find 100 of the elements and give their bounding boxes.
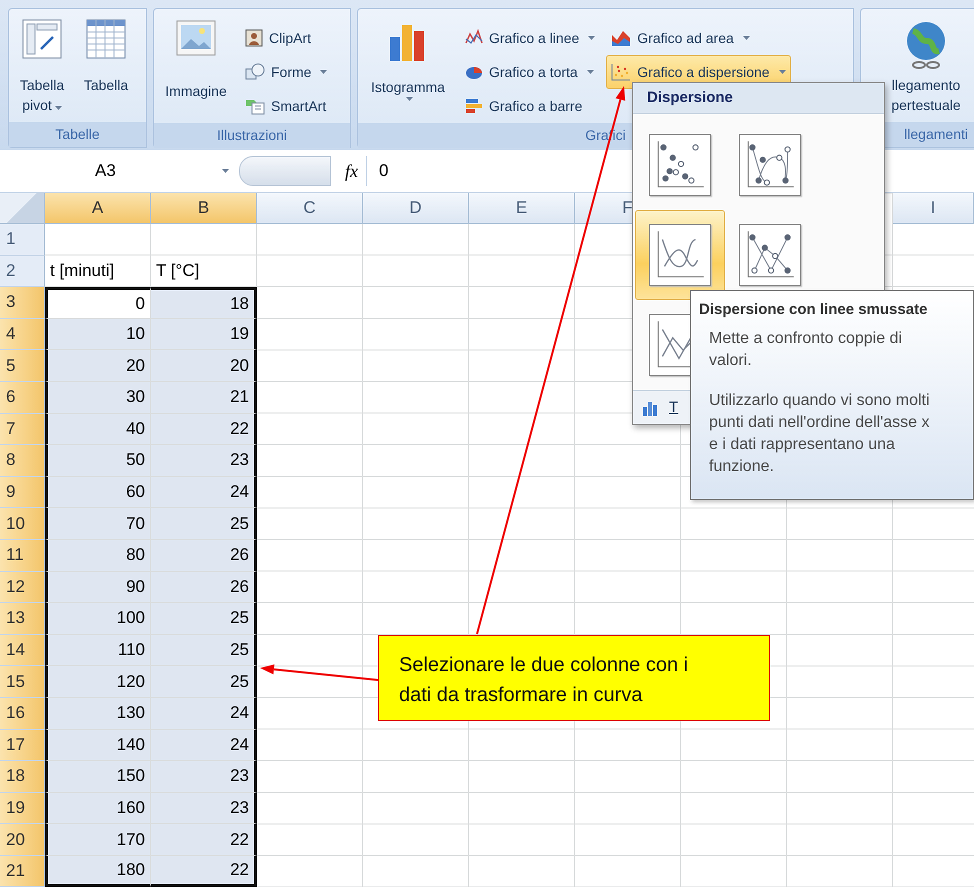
column-header[interactable]: C bbox=[257, 193, 363, 224]
table-cell: 26 bbox=[151, 572, 257, 604]
ribbon-button[interactable]: llegamento pertestuale bbox=[882, 9, 970, 115]
table-cell: 110 bbox=[45, 634, 151, 666]
table-cell: 80 bbox=[45, 540, 151, 572]
tooltip-text: Utilizzarlo quando vi sono molti punti dati nell'ordine dell'asse x e i dati rappresentano una funzione. bbox=[709, 391, 931, 477]
tooltip-text: Mette a confronto coppie di valori. bbox=[709, 329, 904, 371]
area-chart-icon bbox=[611, 29, 632, 47]
caret-icon bbox=[778, 70, 786, 74]
table-cell: 140 bbox=[45, 730, 151, 762]
table-cell: 150 bbox=[45, 761, 151, 793]
table-cell: 40 bbox=[45, 414, 151, 446]
column-header[interactable]: A bbox=[45, 193, 151, 224]
table-cell: 130 bbox=[45, 698, 151, 730]
ribbon-button[interactable]: ClipArt bbox=[240, 21, 332, 55]
table-cell: 22 bbox=[151, 414, 257, 446]
row-header[interactable]: 18 bbox=[0, 761, 45, 793]
group-label: Illustrazioni bbox=[154, 123, 350, 148]
row-header[interactable]: 12 bbox=[0, 572, 45, 604]
table-cell: 22 bbox=[151, 856, 257, 888]
caret-icon bbox=[742, 36, 750, 40]
table-cell: 180 bbox=[45, 856, 151, 888]
row-header[interactable]: 14 bbox=[0, 634, 45, 666]
menu-heading: Dispersione bbox=[633, 83, 884, 114]
caret-icon bbox=[586, 70, 594, 74]
table-cell: 60 bbox=[45, 476, 151, 508]
row-header[interactable]: 19 bbox=[0, 792, 45, 824]
row-header[interactable]: 1 bbox=[0, 224, 45, 256]
caret-icon bbox=[406, 97, 413, 101]
table-cell: 23 bbox=[151, 445, 257, 477]
column-header[interactable]: I bbox=[893, 193, 974, 224]
caret-icon bbox=[222, 169, 229, 173]
name-box[interactable]: A3 bbox=[45, 156, 235, 186]
table-cell: 170 bbox=[45, 824, 151, 856]
ribbon-button[interactable]: Forme bbox=[240, 55, 332, 89]
row-header[interactable]: 6 bbox=[0, 382, 45, 414]
table-icon bbox=[86, 19, 126, 59]
ribbon-button[interactable]: Grafico a torta bbox=[460, 55, 600, 89]
bar-chart-icon bbox=[465, 97, 483, 115]
table-cell: 18 bbox=[151, 287, 257, 319]
scatter-chart-type-icon bbox=[649, 134, 711, 196]
table-cell: 23 bbox=[151, 792, 257, 824]
chart-type-option[interactable] bbox=[635, 210, 725, 300]
column-header[interactable]: D bbox=[363, 193, 469, 224]
table-cell: 0 bbox=[45, 287, 151, 319]
row-header[interactable]: 13 bbox=[0, 603, 45, 635]
table-cell: 19 bbox=[151, 318, 257, 350]
scatter-chart-icon bbox=[611, 63, 632, 81]
menu-link[interactable]: T bbox=[669, 399, 678, 416]
ribbon-button[interactable]: Grafico a barre bbox=[460, 89, 600, 123]
row-header[interactable]: 5 bbox=[0, 350, 45, 382]
scatter-chart-type-icon bbox=[739, 224, 801, 286]
table-cell: 24 bbox=[151, 476, 257, 508]
group-label: Tabelle bbox=[9, 122, 146, 147]
pivot-table-icon bbox=[22, 19, 62, 59]
ribbon-button[interactable]: Istogramma bbox=[362, 9, 454, 101]
table-cell: 24 bbox=[151, 698, 257, 730]
shapes-icon bbox=[245, 63, 265, 81]
row-header[interactable]: 17 bbox=[0, 730, 45, 762]
table-cell: 20 bbox=[45, 350, 151, 382]
table-cell: 70 bbox=[45, 508, 151, 540]
table-cell: 90 bbox=[45, 572, 151, 604]
formula-bar-handle[interactable] bbox=[239, 156, 331, 186]
row-header[interactable]: 21 bbox=[0, 856, 45, 888]
table-cell: 21 bbox=[151, 382, 257, 414]
table-cell: 10 bbox=[45, 318, 151, 350]
row-header[interactable]: 8 bbox=[0, 445, 45, 477]
table-cell: 25 bbox=[151, 603, 257, 635]
column-header[interactable]: B bbox=[151, 193, 257, 224]
table-cell: 25 bbox=[151, 666, 257, 698]
row-header[interactable]: 2 bbox=[0, 256, 45, 288]
ribbon-button[interactable]: Grafico a linee bbox=[460, 21, 600, 55]
ribbon-button[interactable]: Tabella pivot bbox=[13, 9, 71, 115]
row-header[interactable]: 11 bbox=[0, 540, 45, 572]
table-cell: 22 bbox=[151, 824, 257, 856]
caret-icon bbox=[320, 70, 328, 74]
row-header[interactable]: 16 bbox=[0, 698, 45, 730]
ribbon-button[interactable]: Immagine bbox=[158, 9, 234, 101]
table-cell: 23 bbox=[151, 761, 257, 793]
row-header[interactable]: 9 bbox=[0, 476, 45, 508]
row-header[interactable]: 7 bbox=[0, 414, 45, 446]
insert-function-button[interactable]: fx bbox=[345, 156, 367, 186]
row-header[interactable]: 3 bbox=[0, 287, 45, 319]
callout-note: Selezionare le due colonne con i dati da trasformare in curva bbox=[378, 635, 770, 721]
clipart-icon bbox=[245, 29, 263, 47]
table-cell: 160 bbox=[45, 792, 151, 824]
table-cell: 100 bbox=[45, 603, 151, 635]
ribbon-button[interactable]: Grafico ad area bbox=[606, 21, 791, 55]
row-header[interactable]: 15 bbox=[0, 666, 45, 698]
table-cell: 24 bbox=[151, 730, 257, 762]
scatter-chart-type-icon bbox=[649, 224, 711, 286]
ribbon-button[interactable]: SmartArt bbox=[240, 89, 332, 123]
row-header[interactable]: 20 bbox=[0, 824, 45, 856]
row-header[interactable]: 10 bbox=[0, 508, 45, 540]
smartart-icon bbox=[245, 97, 265, 115]
caret-icon bbox=[588, 36, 596, 40]
column-header[interactable]: E bbox=[469, 193, 575, 224]
table-cell: 20 bbox=[151, 350, 257, 382]
ribbon-button[interactable]: Tabella bbox=[77, 9, 135, 95]
row-header[interactable]: 4 bbox=[0, 318, 45, 350]
